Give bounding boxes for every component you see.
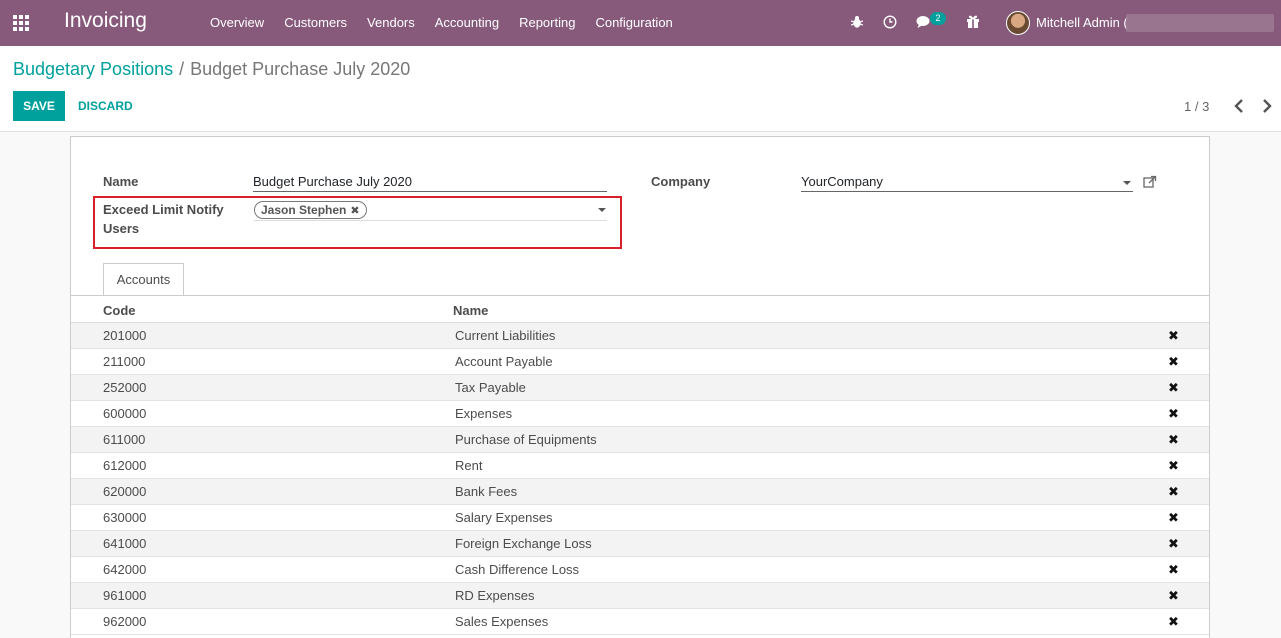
notify-users-input[interactable]	[254, 220, 607, 221]
app-title[interactable]: Invoicing	[64, 9, 147, 33]
table-row[interactable]: 642000 Cash Difference Loss ✖	[71, 557, 1209, 583]
table-row[interactable]: 252000 Tax Payable ✖	[71, 375, 1209, 401]
pager-value[interactable]: 1 / 3	[1184, 99, 1209, 114]
control-panel: Budgetary Positions / Budget Purchase July…	[0, 46, 1281, 132]
company-select[interactable]: YourCompany	[801, 171, 1133, 192]
notify-users-label-line1: Exceed Limit Notify	[103, 202, 224, 217]
name-input[interactable]: Budget Purchase July 2020	[253, 171, 607, 192]
clock-icon[interactable]	[883, 15, 897, 29]
account-code: 600000	[103, 406, 147, 421]
bug-icon[interactable]	[851, 15, 863, 29]
account-code: 620000	[103, 484, 147, 499]
table-row[interactable]: 600000 Expenses ✖	[71, 401, 1209, 427]
gift-icon[interactable]	[966, 14, 980, 28]
external-link-icon[interactable]	[1143, 175, 1157, 189]
table-row[interactable]: 641000 Foreign Exchange Loss ✖	[71, 531, 1209, 557]
account-code: 961000	[103, 588, 147, 603]
delete-row-icon[interactable]: ✖	[1168, 328, 1179, 344]
account-code: 641000	[103, 536, 147, 551]
delete-row-icon[interactable]: ✖	[1168, 614, 1179, 630]
delete-row-icon[interactable]: ✖	[1168, 380, 1179, 396]
menu-item-accounting[interactable]: Accounting	[435, 15, 499, 30]
table-row[interactable]: 201000 Current Liabilities ✖	[71, 323, 1209, 349]
user-tag-label: Jason Stephen	[261, 203, 347, 217]
table-row[interactable]: 962000 Sales Expenses ✖	[71, 609, 1209, 635]
redacted-database-name	[1126, 14, 1274, 32]
delete-row-icon[interactable]: ✖	[1168, 458, 1179, 474]
form-sheet: Name Budget Purchase July 2020 Company Y…	[70, 136, 1210, 638]
tab-divider	[71, 295, 1209, 296]
messages-count-badge: 2	[930, 12, 946, 25]
user-name[interactable]: Mitchell Admin (	[1036, 15, 1128, 30]
user-tag: Jason Stephen ✖	[254, 201, 367, 219]
delete-row-icon[interactable]: ✖	[1168, 354, 1179, 370]
chevron-left-icon[interactable]	[1232, 98, 1246, 114]
account-name: Current Liabilities	[455, 328, 556, 343]
delete-row-icon[interactable]: ✖	[1168, 562, 1179, 578]
column-header-code[interactable]: Code	[103, 303, 136, 318]
account-name: RD Expenses	[455, 588, 535, 603]
account-name: Sales Expenses	[455, 614, 549, 629]
table-row[interactable]: 630000 Salary Expenses ✖	[71, 505, 1209, 531]
table-row[interactable]: 620000 Bank Fees ✖	[71, 479, 1209, 505]
column-header-name[interactable]: Name	[453, 303, 488, 318]
account-code: 612000	[103, 458, 147, 473]
account-name: Salary Expenses	[455, 510, 553, 525]
company-label: Company	[651, 174, 711, 189]
account-name: Cash Difference Loss	[455, 562, 580, 577]
account-code: 211000	[103, 354, 146, 369]
delete-row-icon[interactable]: ✖	[1168, 406, 1179, 422]
notify-users-dropdown-caret-icon[interactable]	[598, 208, 606, 212]
menu-item-reporting[interactable]: Reporting	[519, 15, 575, 30]
menu-item-overview[interactable]: Overview	[210, 15, 264, 30]
account-code: 201000	[103, 328, 147, 343]
top-navbar: Invoicing Overview Customers Vendors Acc…	[0, 0, 1281, 46]
account-code: 962000	[103, 614, 147, 629]
table-row[interactable]: 611000 Purchase of Equipments ✖	[71, 427, 1209, 453]
chevron-right-icon[interactable]	[1260, 98, 1274, 114]
account-code: 642000	[103, 562, 147, 577]
account-name: Tax Payable	[455, 380, 526, 395]
account-name: Expenses	[455, 406, 513, 421]
table-row[interactable]: 961000 RD Expenses ✖	[71, 583, 1209, 609]
table-row[interactable]: 612000 Rent ✖	[71, 453, 1209, 479]
tab-accounts[interactable]: Accounts	[103, 263, 184, 296]
account-code: 611000	[103, 432, 146, 447]
discard-button[interactable]: DISCARD	[78, 91, 133, 121]
menu-item-customers[interactable]: Customers	[284, 15, 347, 30]
delete-row-icon[interactable]: ✖	[1168, 588, 1179, 604]
menu-item-configuration[interactable]: Configuration	[595, 15, 672, 30]
notify-users-label-line2: Users	[103, 221, 140, 236]
delete-row-icon[interactable]: ✖	[1168, 432, 1179, 448]
delete-row-icon[interactable]: ✖	[1168, 536, 1179, 552]
breadcrumb-current: Budget Purchase July 2020	[190, 59, 411, 79]
apps-grid-icon[interactable]	[13, 15, 31, 31]
delete-row-icon[interactable]: ✖	[1168, 510, 1179, 526]
company-dropdown-caret-icon[interactable]	[1123, 181, 1131, 185]
accounts-table-body: 201000 Current Liabilities ✖ 211000 Account…	[71, 323, 1209, 635]
breadcrumb-parent-link[interactable]: Budgetary Positions	[13, 59, 173, 79]
account-name: Foreign Exchange Loss	[455, 536, 592, 551]
account-name: Bank Fees	[455, 484, 518, 499]
remove-tag-icon[interactable]: ✖	[350, 205, 359, 217]
table-row[interactable]: 211000 Account Payable ✖	[71, 349, 1209, 375]
account-code: 630000	[103, 510, 147, 525]
main-menu: Overview Customers Vendors Accounting Re…	[210, 15, 693, 30]
menu-item-vendors[interactable]: Vendors	[367, 15, 415, 30]
account-name: Rent	[455, 458, 483, 473]
breadcrumb: Budgetary Positions / Budget Purchase July…	[13, 59, 410, 80]
name-label: Name	[103, 174, 139, 189]
user-avatar[interactable]	[1006, 11, 1030, 35]
breadcrumb-separator: /	[179, 59, 185, 79]
save-button[interactable]: SAVE	[13, 91, 65, 121]
account-code: 252000	[103, 380, 147, 395]
account-name: Account Payable	[455, 354, 553, 369]
delete-row-icon[interactable]: ✖	[1168, 484, 1179, 500]
account-name: Purchase of Equipments	[455, 432, 597, 447]
